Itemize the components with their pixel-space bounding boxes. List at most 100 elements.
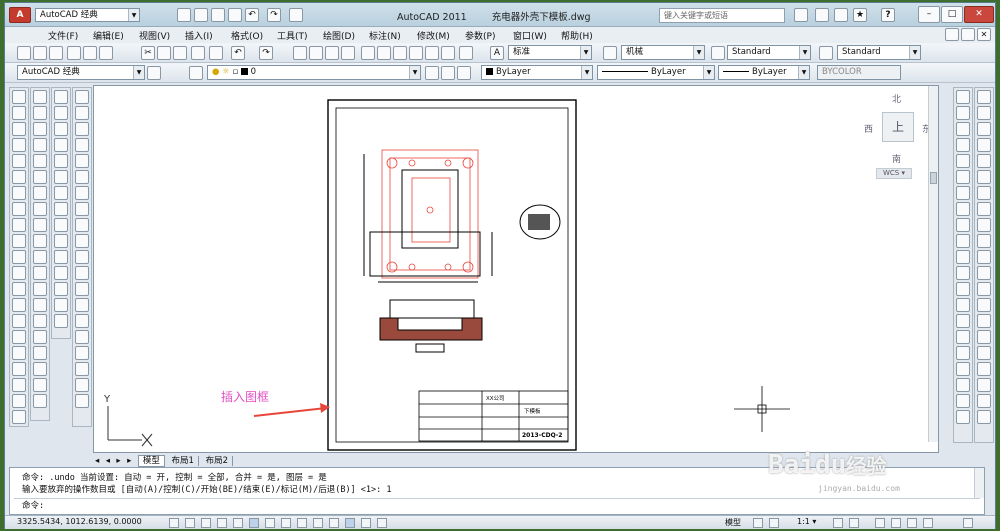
- drawing-canvas[interactable]: XX公司 下模板 2013-CDQ-2 Y 插入图框 北 西 上 东 南 WCS…: [93, 85, 939, 453]
- minimize-button[interactable]: –: [918, 6, 940, 23]
- save-as-icon[interactable]: [228, 8, 242, 22]
- copy-icon[interactable]: [157, 46, 171, 60]
- isolate-objects-icon[interactable]: [923, 518, 933, 528]
- close-button[interactable]: ✕: [964, 6, 994, 23]
- tool-icon[interactable]: [33, 186, 47, 200]
- tool-icon[interactable]: [977, 186, 991, 200]
- qnew-icon[interactable]: [17, 46, 31, 60]
- binoculars-icon[interactable]: [794, 8, 808, 22]
- save-icon[interactable]: [211, 8, 225, 22]
- tool-icon[interactable]: [956, 330, 970, 344]
- polyline-icon[interactable]: [54, 122, 68, 136]
- tool-icon[interactable]: [977, 378, 991, 392]
- match-properties-icon[interactable]: [191, 46, 205, 60]
- tool-icon[interactable]: [977, 106, 991, 120]
- tool-icon[interactable]: [956, 138, 970, 152]
- polar-toggle[interactable]: [233, 518, 243, 528]
- workspace-select[interactable]: AutoCAD 经典 ▼: [35, 8, 140, 22]
- tool-icon[interactable]: [977, 282, 991, 296]
- tool-icon[interactable]: [33, 346, 47, 360]
- menu-modify[interactable]: 修改(M): [417, 29, 450, 42]
- tool-icon[interactable]: [977, 250, 991, 264]
- tab-nav-prev[interactable]: ◂: [106, 456, 114, 466]
- tool-icon[interactable]: [75, 154, 89, 168]
- layer-state-icon[interactable]: [457, 66, 471, 80]
- paste-icon[interactable]: [173, 46, 187, 60]
- annotation-scale[interactable]: 1:1 ▾: [797, 517, 816, 526]
- ucs-menu[interactable]: WCS ▾: [876, 168, 912, 179]
- tool-icon[interactable]: [977, 266, 991, 280]
- tool-icon[interactable]: [977, 330, 991, 344]
- tool-icon[interactable]: [956, 170, 970, 184]
- linetype-select[interactable]: ByLayer ▼: [597, 65, 715, 80]
- cut-icon[interactable]: ✂: [141, 46, 155, 60]
- tool-icon[interactable]: [75, 362, 89, 376]
- tool-icon[interactable]: [75, 90, 89, 104]
- search-input[interactable]: 键入关键字或短语: [659, 8, 785, 23]
- doc-restore-button[interactable]: [961, 28, 975, 41]
- dim-style-icon[interactable]: [603, 46, 617, 60]
- tool-icon[interactable]: [977, 138, 991, 152]
- lock-icon[interactable]: [891, 518, 901, 528]
- tool-icon[interactable]: [33, 138, 47, 152]
- circle-icon[interactable]: [54, 186, 68, 200]
- undo-icon[interactable]: ↶: [245, 8, 259, 22]
- tool-icon[interactable]: [33, 282, 47, 296]
- tool-icon[interactable]: [75, 394, 89, 408]
- tool-icon[interactable]: [75, 298, 89, 312]
- osnap-toggle[interactable]: [249, 518, 259, 528]
- dyn-toggle[interactable]: [313, 518, 323, 528]
- tool-icon[interactable]: [12, 410, 26, 424]
- auto-scale-icon[interactable]: [849, 518, 859, 528]
- favorites-star-icon[interactable]: ★: [853, 8, 867, 22]
- tool-icon[interactable]: [956, 394, 970, 408]
- tool-icon[interactable]: [977, 298, 991, 312]
- save-icon[interactable]: [49, 46, 63, 60]
- help-icon[interactable]: ?: [881, 8, 895, 22]
- tool-icon[interactable]: [956, 122, 970, 136]
- infer-constraints-toggle[interactable]: [169, 518, 179, 528]
- 3d-osnap-toggle[interactable]: [265, 518, 275, 528]
- tool-icon[interactable]: [956, 186, 970, 200]
- plot-icon[interactable]: [67, 46, 81, 60]
- plot-icon[interactable]: [289, 8, 303, 22]
- tool-icon[interactable]: [12, 90, 26, 104]
- tool-icon[interactable]: [75, 122, 89, 136]
- tool-icon[interactable]: [956, 314, 970, 328]
- redo-icon[interactable]: ↷: [267, 8, 281, 22]
- tool-icon[interactable]: [33, 218, 47, 232]
- tool-icon[interactable]: [12, 234, 26, 248]
- menu-draw[interactable]: 绘图(D): [323, 29, 355, 42]
- menu-view[interactable]: 视图(V): [139, 29, 170, 42]
- construction-line-icon[interactable]: [54, 106, 68, 120]
- tool-icon[interactable]: [33, 122, 47, 136]
- tool-icon[interactable]: [956, 90, 970, 104]
- tool-icon[interactable]: [75, 266, 89, 280]
- tool-icon[interactable]: [12, 298, 26, 312]
- tool-icon[interactable]: [33, 394, 47, 408]
- tool-icon[interactable]: [33, 298, 47, 312]
- menu-file[interactable]: 文件(F): [48, 29, 78, 42]
- tool-icon[interactable]: [956, 346, 970, 360]
- quickcalc-icon[interactable]: [441, 46, 455, 60]
- tool-icon[interactable]: [956, 218, 970, 232]
- otrack-toggle[interactable]: [281, 518, 291, 528]
- tool-icon[interactable]: [33, 362, 47, 376]
- tool-icon[interactable]: [956, 202, 970, 216]
- ortho-toggle[interactable]: [217, 518, 227, 528]
- tool-icon[interactable]: [977, 170, 991, 184]
- tool-icon[interactable]: [33, 202, 47, 216]
- grid-toggle[interactable]: [201, 518, 211, 528]
- menu-dimension[interactable]: 标注(N): [369, 29, 401, 42]
- tool-icon[interactable]: [12, 154, 26, 168]
- maximize-button[interactable]: □: [941, 6, 963, 23]
- tool-icon[interactable]: [33, 266, 47, 280]
- tool-icon[interactable]: [75, 330, 89, 344]
- app-menu-icon[interactable]: A: [9, 7, 31, 23]
- tool-icon[interactable]: [977, 154, 991, 168]
- zoom-previous-icon[interactable]: [341, 46, 355, 60]
- open-icon[interactable]: [33, 46, 47, 60]
- workspace-settings-icon[interactable]: [147, 66, 161, 80]
- tab-nav-last[interactable]: ▸: [127, 456, 135, 466]
- tool-palettes-icon[interactable]: [393, 46, 407, 60]
